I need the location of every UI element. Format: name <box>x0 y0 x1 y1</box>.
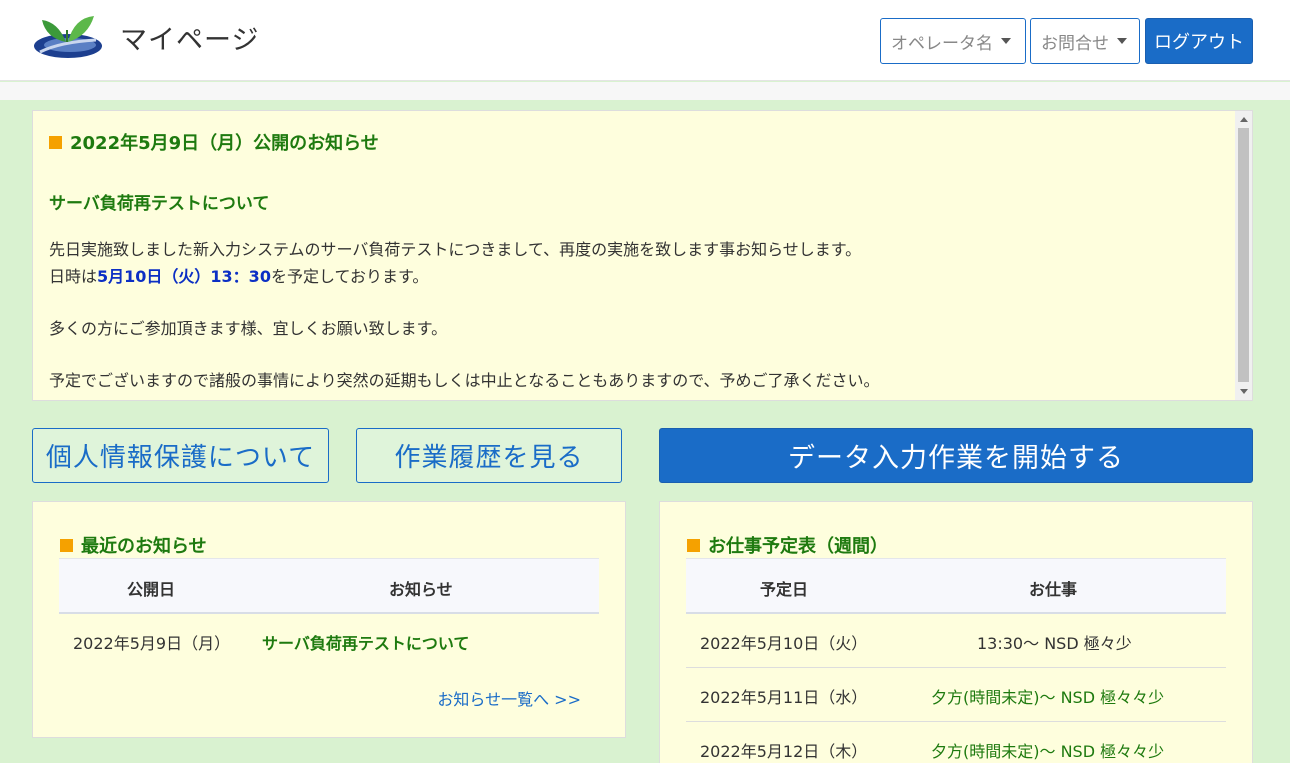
scrollbar-thumb[interactable] <box>1238 128 1249 382</box>
notice-subtitle: サーバ負荷再テストについて <box>49 194 270 214</box>
notice-scrollbar[interactable] <box>1235 111 1252 400</box>
start-data-entry-button[interactable]: データ入力作業を開始する <box>659 428 1253 483</box>
table-row: 2022年5月10日（火） 13:30〜 NSD 極々少 <box>686 614 1226 668</box>
notice-content: 2022年5月9日（月）公開のお知らせ サーバ負荷再テストについて 先日実施致し… <box>49 129 1229 394</box>
header-bar: マイページ オペレータ名 お問合せ ログアウト <box>0 0 1290 81</box>
work-history-button[interactable]: 作業履歴を見る <box>356 428 622 483</box>
column-header-job: お仕事 <box>1029 580 1078 599</box>
scroll-up-arrow-icon[interactable] <box>1235 111 1252 128</box>
caret-down-icon <box>1001 38 1011 44</box>
square-bullet-icon <box>60 539 73 552</box>
table-row: 2022年5月12日（木） 夕方(時間未定)〜 NSD 極々々少 <box>686 722 1226 763</box>
column-header-news: お知らせ <box>389 580 453 599</box>
square-bullet-icon <box>687 539 700 552</box>
recent-news-title: 最近のお知らせ <box>60 532 207 558</box>
operator-dropdown[interactable]: オペレータ名 <box>880 18 1026 64</box>
table-row: 2022年5月9日（月） サーバ負荷再テストについて <box>59 614 599 668</box>
schedule-date: 2022年5月10日（火） <box>700 634 868 653</box>
notice-datetime: 5月10日（火）13：30 <box>97 267 271 286</box>
notice-line-3: 多くの方にご参加頂きます様、宜しくお願い致します。 <box>49 319 448 338</box>
scroll-down-arrow-icon[interactable] <box>1235 383 1252 400</box>
schedule-table-header: 予定日 お仕事 <box>686 558 1226 614</box>
logout-button[interactable]: ログアウト <box>1145 18 1253 64</box>
notice-title: 2022年5月9日（月）公開のお知らせ <box>49 129 1229 155</box>
page-title: マイページ <box>120 25 260 56</box>
news-list-link[interactable]: お知らせ一覧へ >> <box>437 686 581 710</box>
schedule-job: 夕方(時間未定)〜 NSD 極々々少 <box>931 742 1165 761</box>
site-logo[interactable] <box>30 12 104 64</box>
recent-news-panel: 最近のお知らせ 公開日 お知らせ 2022年5月9日（月） サーバ負荷再テストに… <box>32 501 626 738</box>
notice-box[interactable]: 2022年5月9日（月）公開のお知らせ サーバ負荷再テストについて 先日実施致し… <box>32 110 1253 401</box>
notice-line-2: 日時は5月10日（火）13：30を予定しております。 <box>49 267 429 286</box>
privacy-policy-button[interactable]: 個人情報保護について <box>32 428 329 483</box>
schedule-panel: お仕事予定表（週間） 予定日 お仕事 2022年5月10日（火） 13:30〜 … <box>659 501 1253 763</box>
recent-news-table-header: 公開日 お知らせ <box>59 558 599 614</box>
schedule-date: 2022年5月12日（木） <box>700 742 868 761</box>
schedule-date: 2022年5月11日（水） <box>700 688 868 707</box>
schedule-job: 13:30〜 NSD 極々少 <box>977 634 1132 653</box>
contact-label: お問合せ <box>1041 33 1109 54</box>
caret-down-icon <box>1117 38 1127 44</box>
table-row: 2022年5月11日（水） 夕方(時間未定)〜 NSD 極々々少 <box>686 668 1226 722</box>
schedule-title: お仕事予定表（週間） <box>687 532 888 558</box>
news-date: 2022年5月9日（月） <box>73 634 231 653</box>
contact-dropdown[interactable]: お問合せ <box>1030 18 1140 64</box>
notice-line-1: 先日実施致しました新入力システムのサーバ負荷テストにつきまして、再度の実施を致し… <box>49 240 862 259</box>
column-header-planned-date: 予定日 <box>760 580 809 599</box>
column-header-date: 公開日 <box>127 580 176 599</box>
notice-line-4: 予定でございますので諸般の事情により突然の延期もしくは中止となることもありますの… <box>49 371 880 390</box>
square-bullet-icon <box>49 136 62 149</box>
news-link[interactable]: サーバ負荷再テストについて <box>262 630 469 654</box>
schedule-job: 夕方(時間未定)〜 NSD 極々々少 <box>931 688 1165 707</box>
operator-label: オペレータ名 <box>891 33 993 54</box>
header-subbar <box>0 82 1290 100</box>
